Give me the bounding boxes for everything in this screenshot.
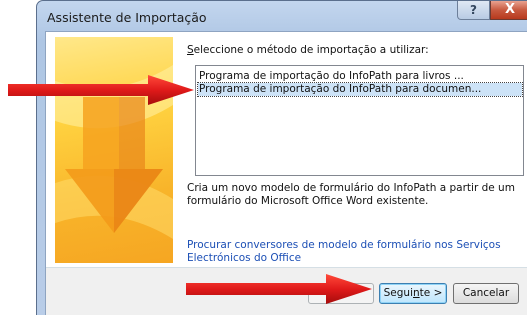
instruction-accelerator: S <box>187 44 194 56</box>
next-label-pre: Segui <box>383 287 413 299</box>
next-label-accelerator: n <box>413 287 420 299</box>
import-wizard-window: Assistente de Importação ? X Seleccione … <box>36 0 527 315</box>
cancel-button[interactable]: Cancelar <box>453 283 519 304</box>
converters-link[interactable]: Procurar conversores de modelo de formul… <box>187 239 507 265</box>
next-button[interactable]: Seguinte > <box>379 283 447 304</box>
close-button[interactable]: X <box>490 1 527 20</box>
instruction-text: eleccione o método de importação a utili… <box>193 44 429 56</box>
dialog-footer: Seguinte > Cancelar <box>46 268 527 315</box>
title-bar[interactable]: Assistente de Importação ? X <box>37 1 527 31</box>
list-item-livros[interactable]: Programa de importação do InfoPath para … <box>198 70 522 83</box>
help-button[interactable]: ? <box>457 1 490 20</box>
screenshot: Assistente de Importação ? X Seleccione … <box>0 0 527 315</box>
list-item-documentos[interactable]: Programa de importação do InfoPath para … <box>197 82 523 97</box>
method-description: Cria um novo modelo de formulário do Inf… <box>187 182 515 207</box>
back-button[interactable] <box>308 283 374 304</box>
import-method-listbox[interactable]: Programa de importação do InfoPath para … <box>195 65 524 176</box>
next-label-post: te > <box>419 287 443 299</box>
dialog-body: Seleccione o método de importação a util… <box>45 31 527 315</box>
wizard-banner-graphic <box>55 37 173 263</box>
instruction-label: Seleccione o método de importação a util… <box>187 44 429 56</box>
window-title: Assistente de Importação <box>47 10 207 25</box>
download-arrow-icon <box>55 64 173 240</box>
